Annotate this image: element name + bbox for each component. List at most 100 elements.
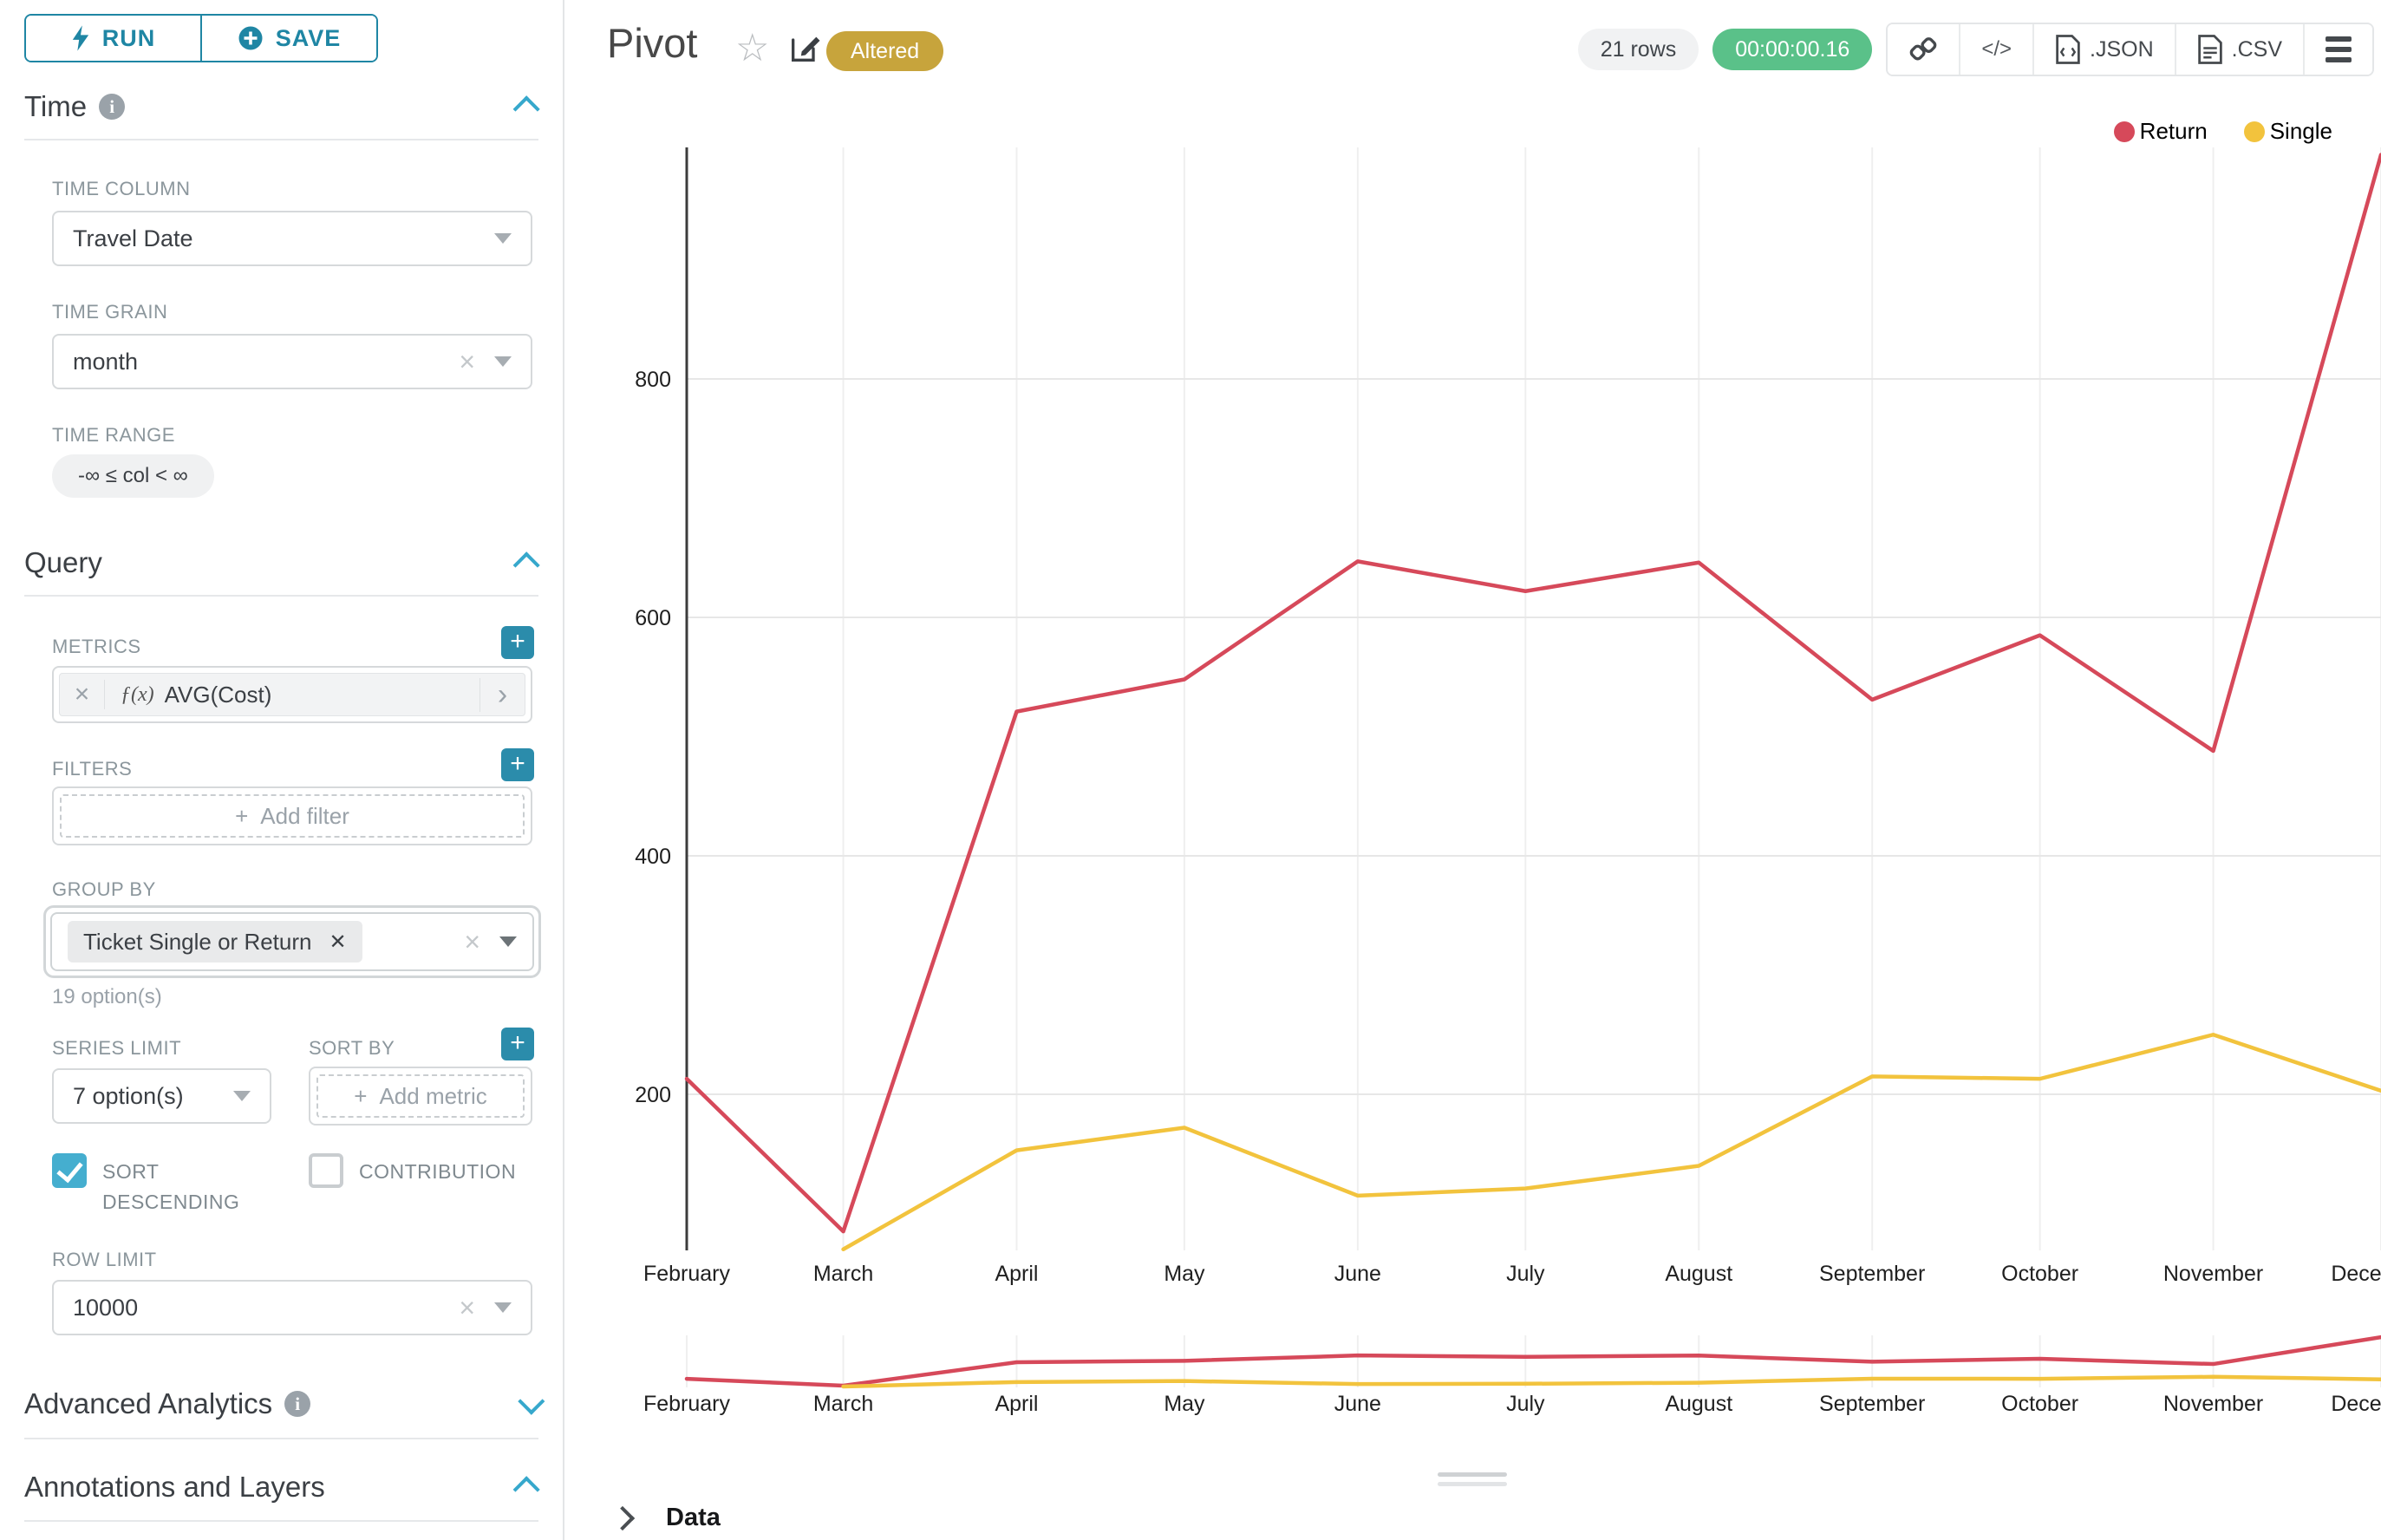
contribution-label: CONTRIBUTION	[359, 1153, 516, 1188]
chevron-up-icon[interactable]	[513, 1476, 540, 1503]
svg-text:March: March	[813, 1262, 873, 1286]
svg-text:November: November	[2163, 1392, 2263, 1416]
svg-text:November: November	[2163, 1262, 2263, 1286]
svg-text:600: 600	[635, 606, 671, 630]
data-section-toggle[interactable]: Data	[614, 1504, 721, 1532]
divider	[24, 1520, 538, 1522]
options-hint: 19 option(s)	[52, 985, 162, 1009]
row-limit-value: 10000	[73, 1295, 138, 1321]
lightning-icon	[71, 25, 90, 51]
time-range-label: TIME RANGE	[52, 424, 175, 447]
sort-by-label: SORT BY	[309, 1037, 395, 1060]
advanced-analytics-title: Advanced Analytics	[24, 1387, 272, 1420]
add-filter-button[interactable]: +	[501, 748, 534, 781]
add-sort-metric-dropzone[interactable]: + Add metric	[316, 1074, 525, 1118]
plus-icon: +	[235, 803, 248, 830]
sort-descending-checkbox[interactable]: SORT DESCENDING	[52, 1153, 277, 1217]
svg-text:December: December	[2331, 1392, 2381, 1416]
svg-text:800: 800	[635, 368, 671, 392]
clear-icon[interactable]: ×	[464, 926, 480, 958]
run-button[interactable]: RUN	[26, 16, 200, 61]
save-button-label: SAVE	[276, 25, 342, 52]
chevron-down-icon[interactable]	[518, 1388, 545, 1415]
time-range-value: -∞ ≤ col < ∞	[78, 464, 188, 488]
divider	[24, 139, 538, 140]
row-limit-select[interactable]: 10000 ×	[52, 1280, 532, 1335]
add-sort-metric-text: Add metric	[379, 1083, 486, 1110]
checkbox-checked-icon[interactable]	[52, 1153, 87, 1188]
time-section-title: Time	[24, 90, 87, 123]
add-filter-dropzone[interactable]: + Add filter	[60, 794, 525, 838]
caret-down-icon	[494, 233, 512, 244]
time-column-label: TIME COLUMN	[52, 178, 191, 200]
add-sort-metric-button[interactable]: +	[501, 1028, 534, 1060]
svg-text:October: October	[2001, 1262, 2078, 1286]
caret-down-icon	[494, 356, 512, 367]
chevron-up-icon[interactable]	[513, 551, 540, 578]
svg-text:September: September	[1819, 1262, 1925, 1286]
svg-text:May: May	[1164, 1392, 1205, 1416]
info-icon: i	[99, 94, 125, 120]
add-metric-button[interactable]: +	[501, 626, 534, 659]
svg-text:September: September	[1819, 1392, 1925, 1416]
svg-text:400: 400	[635, 845, 671, 869]
series-limit-select[interactable]: 7 option(s)	[52, 1068, 271, 1124]
row-limit-label: ROW LIMIT	[52, 1249, 157, 1271]
series-limit-value: 7 option(s)	[73, 1083, 184, 1110]
chevron-right-icon	[610, 1505, 635, 1530]
add-filter-text: Add filter	[260, 803, 349, 830]
checkbox-unchecked-icon[interactable]	[309, 1153, 343, 1188]
clear-icon[interactable]: ×	[459, 346, 475, 378]
query-section-header[interactable]: Query	[24, 546, 538, 579]
run-save-button-group: RUN SAVE	[24, 14, 378, 62]
divider	[24, 595, 538, 597]
sort-by-box: + Add metric	[309, 1067, 532, 1126]
svg-text:August: August	[1665, 1392, 1732, 1416]
query-section-title: Query	[24, 546, 102, 579]
svg-text:October: October	[2001, 1392, 2078, 1416]
group-by-label: GROUP BY	[52, 878, 156, 901]
save-button[interactable]: SAVE	[200, 16, 376, 61]
svg-text:July: July	[1506, 1392, 1545, 1416]
svg-text:June: June	[1334, 1392, 1381, 1416]
svg-text:February: February	[643, 1392, 731, 1416]
caret-down-icon	[499, 936, 517, 947]
fx-icon: ƒ(x)	[121, 683, 154, 707]
chart-panel: Pivot ☆ Altered 21 rows 00:00:00.16 </> …	[566, 0, 2381, 1540]
contribution-checkbox[interactable]: CONTRIBUTION	[309, 1153, 551, 1188]
annotations-header[interactable]: Annotations and Layers	[24, 1471, 538, 1504]
time-grain-select[interactable]: month ×	[52, 334, 532, 389]
metrics-label: METRICS	[52, 636, 141, 658]
svg-text:April: April	[995, 1262, 1038, 1286]
filters-label: FILTERS	[52, 758, 132, 780]
line-chart[interactable]: 200 400 600 800 February March April May June Jul…	[566, 0, 2381, 1540]
chevron-up-icon[interactable]	[513, 95, 540, 122]
svg-text:May: May	[1164, 1262, 1205, 1286]
caret-down-icon	[494, 1302, 512, 1313]
metric-label: ƒ(x)AVG(Cost)	[105, 682, 479, 708]
expand-metric-icon[interactable]: ›	[479, 678, 525, 712]
time-column-select[interactable]: Travel Date	[52, 211, 532, 266]
info-icon: i	[284, 1391, 310, 1417]
caret-down-icon	[233, 1091, 251, 1101]
data-section-label: Data	[666, 1504, 721, 1532]
remove-tag-icon[interactable]: ✕	[329, 930, 346, 955]
group-by-tag-label: Ticket Single or Return	[83, 929, 311, 956]
time-section-header[interactable]: Time i	[24, 90, 538, 123]
filters-box: + Add filter	[52, 786, 532, 845]
time-range-pill[interactable]: -∞ ≤ col < ∞	[52, 454, 214, 498]
svg-text:December: December	[2331, 1262, 2381, 1286]
time-grain-label: TIME GRAIN	[52, 301, 167, 323]
advanced-analytics-header[interactable]: Advanced Analytics i	[24, 1387, 538, 1420]
clear-icon[interactable]: ×	[459, 1292, 475, 1324]
svg-text:200: 200	[635, 1083, 671, 1107]
remove-metric-icon[interactable]: ×	[60, 680, 105, 709]
plus-icon: +	[354, 1083, 367, 1110]
svg-text:February: February	[643, 1262, 731, 1286]
annotations-title: Annotations and Layers	[24, 1471, 325, 1504]
metrics-box: × ƒ(x)AVG(Cost) ›	[52, 666, 532, 723]
group-by-tag[interactable]: Ticket Single or Return ✕	[68, 921, 362, 962]
resize-handle[interactable]	[1438, 1472, 1507, 1491]
metric-pill[interactable]: × ƒ(x)AVG(Cost) ›	[59, 673, 525, 716]
group-by-select[interactable]: Ticket Single or Return ✕ ×	[43, 905, 541, 978]
